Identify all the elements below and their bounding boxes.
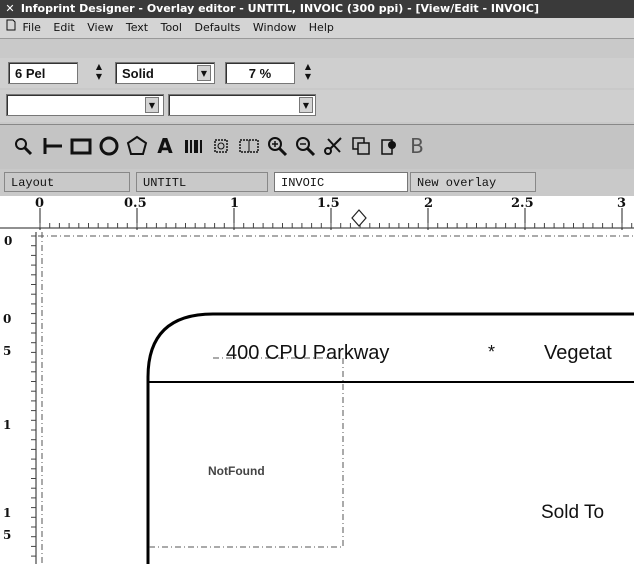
vruler-label: 5	[3, 528, 12, 542]
ruler-label: 1.5	[317, 196, 340, 211]
dropdown-2[interactable]	[168, 94, 316, 116]
menu-bar: File Edit View Text Tool Defaults Window…	[0, 18, 634, 39]
line-width-spinner[interactable]: ▲ ▼	[94, 62, 104, 84]
bullet-text[interactable]: *	[488, 342, 495, 363]
ruler-label: 0	[35, 196, 45, 211]
ruler-label: 3	[617, 196, 627, 211]
status-bar: Layout UNTITL INVOIC New overlay	[0, 169, 634, 195]
menu-edit[interactable]: Edit	[53, 18, 74, 38]
polygon-icon[interactable]	[124, 133, 150, 159]
status-state: New overlay	[410, 172, 536, 192]
horizontal-ruler[interactable]: 0 0.5 1 1.5 2 2.5 3	[0, 196, 634, 233]
ruler-label: 2.5	[511, 196, 534, 211]
document-icon[interactable]	[3, 18, 19, 38]
line-icon[interactable]	[40, 133, 66, 159]
vertical-ruler[interactable]: 0 5 1 1 5	[0, 232, 38, 564]
paste-icon[interactable]	[376, 133, 402, 159]
menu-view[interactable]: View	[87, 18, 113, 38]
copy-icon[interactable]	[348, 133, 374, 159]
menu-file[interactable]: File	[23, 18, 41, 38]
company-text[interactable]: Vegetat	[544, 342, 612, 365]
shade-spinner[interactable]: ▲ ▼	[303, 62, 313, 84]
address-text[interactable]: 400 CPU Parkway	[226, 342, 389, 365]
window-title: Infoprint Designer - Overlay editor - UN…	[20, 2, 540, 15]
vruler-label: 5	[3, 344, 12, 358]
property-toolbar: 6 Pel ▲ ▼ Solid ▼ 7 % ▲ ▼	[0, 58, 634, 88]
image-placeholder[interactable]: NotFound	[208, 464, 265, 478]
menu-window[interactable]: Window	[253, 18, 296, 38]
menu-defaults[interactable]: Defaults	[194, 18, 240, 38]
zoom-in-icon[interactable]	[264, 133, 290, 159]
scissors-icon[interactable]	[320, 133, 346, 159]
zoom-out-icon[interactable]	[292, 133, 318, 159]
vruler-label: 1	[3, 506, 12, 520]
font-toolbar: ▼ ▼	[0, 90, 634, 122]
menu-tool[interactable]: Tool	[161, 18, 182, 38]
title-bar: ✕ Infoprint Designer - Overlay editor - …	[0, 0, 634, 18]
line-width-field[interactable]: 6 Pel	[8, 62, 78, 84]
vruler-label: 1	[3, 418, 12, 432]
dropdown-1[interactable]	[6, 94, 164, 116]
status-mode: Layout	[4, 172, 130, 192]
status-form-def: UNTITL	[136, 172, 268, 192]
ruler-label: 0.5	[124, 196, 147, 211]
rectangle-icon[interactable]	[68, 133, 94, 159]
circle-icon[interactable]	[96, 133, 122, 159]
app-icon: ✕	[5, 2, 15, 15]
ruler-label: 1	[230, 196, 240, 211]
barcode-icon[interactable]	[180, 133, 206, 159]
image-icon[interactable]	[208, 133, 234, 159]
ruler-label: 2	[424, 196, 434, 211]
line-style-dropdown-button[interactable]: ▼	[197, 65, 211, 81]
status-overlay-name[interactable]: INVOIC	[274, 172, 408, 192]
shade-field[interactable]: 7 %	[225, 62, 295, 84]
pointer-icon[interactable]	[10, 133, 36, 159]
sold-to-label[interactable]: Sold To	[541, 502, 604, 524]
b-icon[interactable]: B	[404, 133, 430, 159]
overlay-canvas[interactable]: 400 CPU Parkway * Vegetat NotFound Sold …	[38, 232, 634, 564]
dropdown-1-button[interactable]: ▼	[145, 97, 159, 113]
dropdown-2-button[interactable]: ▼	[299, 97, 313, 113]
tool-palette: A B	[0, 124, 634, 170]
menu-help[interactable]: Help	[309, 18, 334, 38]
menu-text[interactable]: Text	[126, 18, 148, 38]
ruler-origin[interactable]: 0	[4, 234, 24, 248]
area-icon[interactable]	[236, 133, 262, 159]
text-icon[interactable]: A	[152, 133, 178, 159]
vruler-label: 0	[3, 312, 12, 326]
